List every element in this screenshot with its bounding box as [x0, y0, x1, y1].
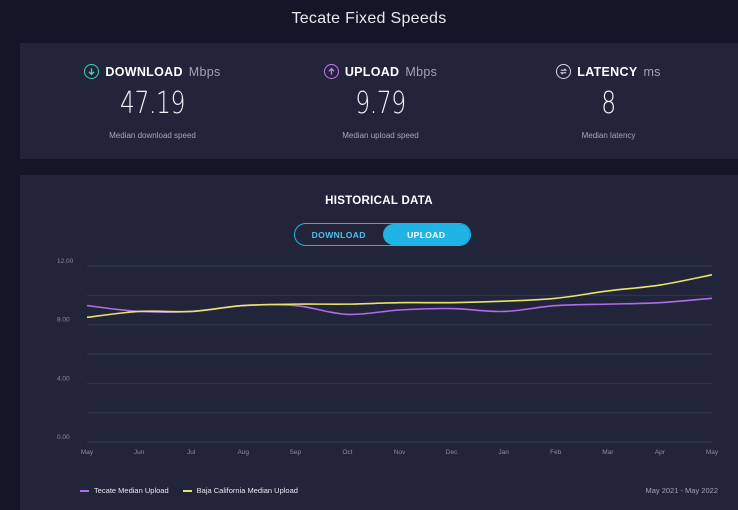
x-tick-label: Mar — [602, 449, 614, 456]
upload-caption: Median upload speed — [342, 131, 419, 140]
download-caption: Median download speed — [109, 131, 196, 140]
arrow-up-circle-icon — [323, 64, 339, 79]
upload-metric: UPLOAD Mbps 9.79 Median upload speed — [261, 43, 500, 159]
legend-item-tecate[interactable]: Tecate Median Upload — [80, 486, 169, 495]
x-tick-label: Feb — [550, 449, 562, 456]
latency-caption: Median latency — [581, 131, 636, 140]
x-tick-label: Sep — [290, 449, 302, 456]
latency-value: 8 — [601, 86, 616, 121]
page-title: Tecate Fixed Speeds — [291, 10, 447, 27]
x-tick-label: Jun — [134, 449, 145, 456]
latency-label: LATENCY — [577, 64, 638, 79]
toggle-upload[interactable]: UPLOAD — [382, 224, 470, 245]
date-range: May 2021 - May 2022 — [645, 486, 718, 495]
x-tick-label: Jul — [187, 449, 196, 456]
y-tick-label: 4.00 — [57, 375, 70, 382]
download-unit: Mbps — [188, 64, 221, 79]
y-tick-label: 0.00 — [57, 434, 70, 441]
latency-header: LATENCY ms — [489, 64, 728, 79]
latency-unit: ms — [643, 64, 661, 79]
legend-item-baja[interactable]: Baja California Median Upload — [182, 486, 298, 495]
x-tick-label: Oct — [342, 449, 352, 456]
y-tick-label: 12.00 — [57, 258, 74, 265]
download-metric: DOWNLOAD Mbps 47.19 Median download spee… — [33, 43, 272, 159]
download-header: DOWNLOAD Mbps — [33, 64, 272, 79]
ping-circle-icon — [556, 64, 572, 79]
upload-label: UPLOAD — [344, 64, 400, 79]
legend-swatch-tecate — [80, 489, 89, 492]
legend-swatch-baja — [182, 489, 192, 492]
upload-unit: Mbps — [405, 64, 438, 79]
historical-data-panel: 0.00 4.00 8.00 12.00 May Jun Jul Aug Sep Oct Nov De… — [20, 175, 738, 510]
historical-data-title: HISTORICAL DATA — [325, 195, 433, 207]
x-tick-label: Jan — [498, 449, 509, 456]
x-tick-label: Aug — [237, 449, 249, 456]
x-tick-label: Dec — [446, 449, 458, 456]
download-value: 47.19 — [119, 86, 186, 121]
x-tick-label: May — [81, 449, 94, 456]
x-tick-label: May — [706, 449, 719, 456]
arrow-down-circle-icon — [84, 64, 100, 79]
metric-toggle: DOWNLOAD UPLOAD — [294, 223, 471, 246]
chart-legend: Tecate Median Upload Baja California Med… — [80, 486, 298, 495]
upload-value: 9.79 — [355, 86, 406, 121]
metrics-panel: DOWNLOAD Mbps 47.19 Median download spee… — [20, 43, 738, 159]
upload-header: UPLOAD Mbps — [261, 64, 500, 79]
y-tick-label: 8.00 — [57, 317, 70, 324]
x-tick-label: Nov — [394, 449, 406, 456]
toggle-download[interactable]: DOWNLOAD — [295, 224, 383, 245]
legend-label-tecate: Tecate Median Upload — [94, 486, 169, 495]
legend-label-baja: Baja California Median Upload — [196, 486, 298, 495]
series-line-baja — [86, 274, 713, 319]
download-label: DOWNLOAD — [105, 64, 183, 79]
latency-metric: LATENCY ms 8 Median latency — [489, 43, 728, 159]
x-tick-label: Apr — [655, 449, 666, 456]
